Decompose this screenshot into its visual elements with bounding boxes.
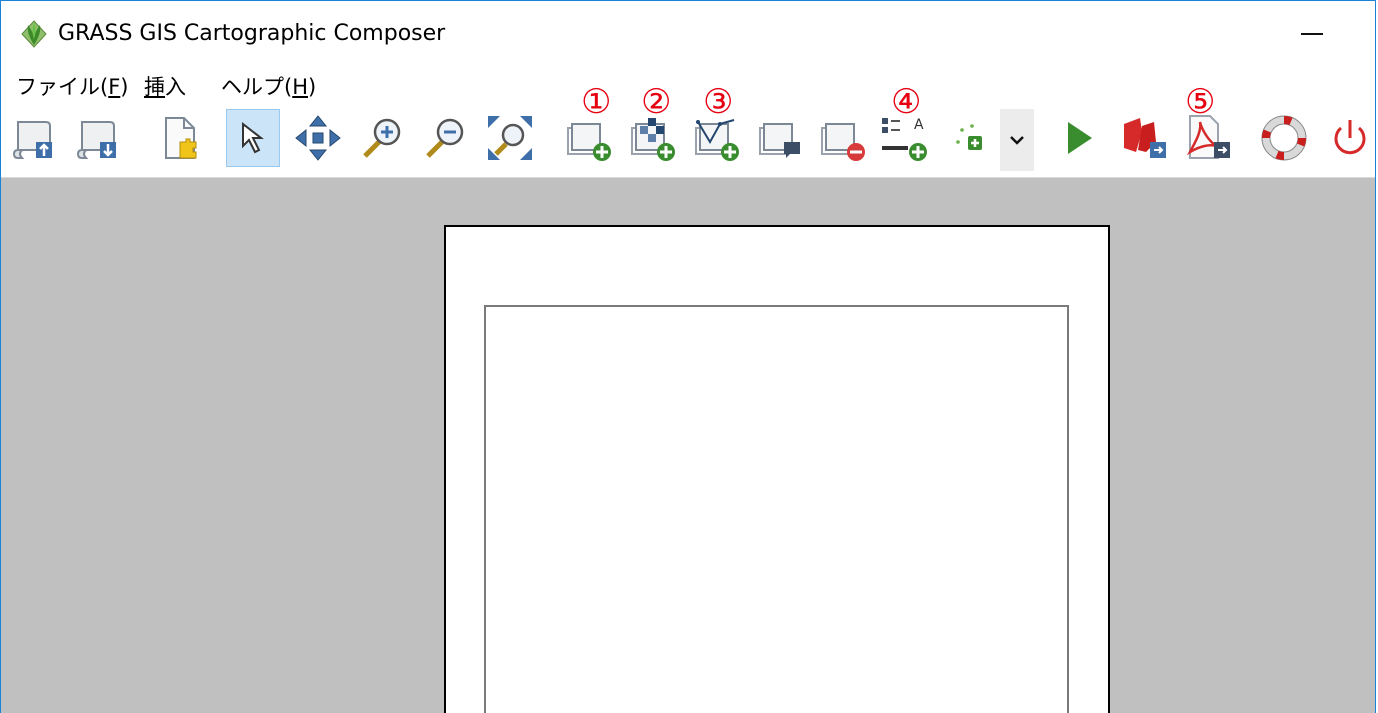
- export-ps-icon: [1124, 118, 1166, 158]
- page-setup-button[interactable]: [153, 109, 207, 167]
- toolbar: ① ② ③ ④ A ⑤: [1, 85, 1375, 178]
- zoom-all-icon: [488, 116, 532, 160]
- menu-file[interactable]: ファイル(F): [16, 71, 129, 101]
- menu-bar: ファイル(F) 挿入 ヘルプ(H): [1, 65, 1375, 103]
- add-legend-button[interactable]: ④ A: [877, 85, 931, 167]
- page-setup-icon: [165, 117, 197, 159]
- add-overlay-icon: [759, 123, 800, 158]
- annotation-4: ④: [891, 82, 922, 122]
- window-title: GRASS GIS Cartographic Composer: [58, 21, 446, 46]
- quit-button[interactable]: [1323, 109, 1375, 167]
- add-point-button[interactable]: [943, 109, 997, 167]
- zoom-in-icon: [363, 118, 401, 158]
- zoom-all-button[interactable]: [483, 109, 537, 167]
- help-icon: [1261, 115, 1307, 161]
- help-button[interactable]: [1257, 109, 1311, 167]
- save-instructions-icon: [76, 121, 116, 159]
- paper-page[interactable]: [444, 225, 1110, 713]
- pointer-icon: [242, 121, 264, 154]
- generate-icon: [1068, 122, 1092, 154]
- title-bar: GRASS GIS Cartographic Composer: [1, 1, 1375, 65]
- app-window: GRASS GIS Cartographic Composer ファイル(F) …: [0, 0, 1376, 713]
- annotation-1: ①: [581, 82, 612, 122]
- menu-help[interactable]: ヘルプ(H): [221, 71, 316, 101]
- dropdown-chevron-icon: [1010, 136, 1024, 145]
- pointer-button[interactable]: [226, 109, 280, 167]
- generate-button[interactable]: [1051, 109, 1105, 167]
- map-frame[interactable]: [484, 305, 1069, 713]
- grass-logo-icon: [21, 20, 47, 48]
- add-raster-button[interactable]: ②: [625, 85, 679, 167]
- menu-insert[interactable]: 挿入: [144, 71, 186, 101]
- composer-canvas[interactable]: [1, 178, 1375, 713]
- load-instructions-button[interactable]: [7, 109, 61, 167]
- export-ps-button[interactable]: [1117, 109, 1171, 167]
- add-overlay-button[interactable]: [753, 109, 807, 167]
- annotation-3: ③: [703, 82, 734, 122]
- add-vector-button[interactable]: ③: [689, 85, 743, 167]
- save-instructions-button[interactable]: [71, 109, 125, 167]
- add-map-button[interactable]: ①: [561, 85, 615, 167]
- load-instructions-icon: [12, 121, 52, 159]
- annotation-2: ②: [641, 82, 672, 122]
- export-pdf-button[interactable]: ⑤: [1181, 85, 1235, 167]
- pan-icon: [295, 115, 341, 161]
- delete-button[interactable]: [815, 109, 869, 167]
- add-point-icon: [956, 124, 982, 150]
- minimize-button[interactable]: [1291, 13, 1335, 53]
- quit-icon: [1334, 120, 1366, 155]
- zoom-in-button[interactable]: [356, 109, 410, 167]
- annotation-5: ⑤: [1185, 82, 1216, 122]
- zoom-out-button[interactable]: [419, 109, 473, 167]
- add-point-dropdown[interactable]: [1000, 109, 1034, 171]
- zoom-out-icon: [426, 118, 464, 158]
- delete-icon: [821, 123, 865, 161]
- pan-button[interactable]: [291, 109, 345, 167]
